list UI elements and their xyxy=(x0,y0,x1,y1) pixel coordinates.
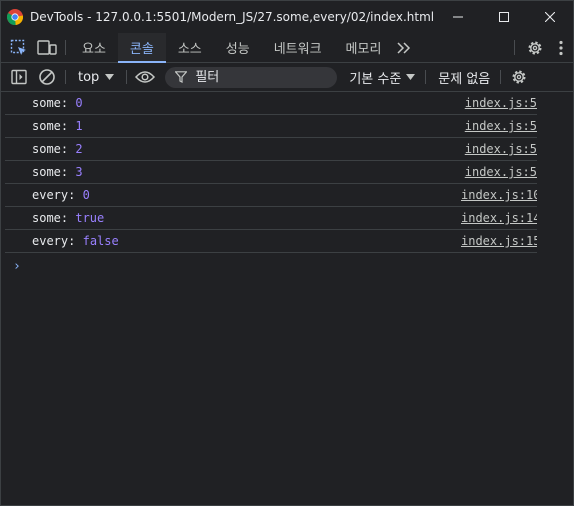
settings-button[interactable] xyxy=(521,39,549,57)
console-message: every: 0 index.js:10 xyxy=(5,184,537,207)
minimize-icon xyxy=(453,16,463,18)
message-value: 0 xyxy=(75,96,83,110)
message-label: every: xyxy=(32,188,76,202)
console-message: some: true index.js:14 xyxy=(5,207,537,230)
window-title: DevTools - 127.0.0.1:5501/Modern_JS/27.s… xyxy=(30,10,435,24)
device-toolbar-icon xyxy=(37,39,57,55)
message-label: some: xyxy=(32,119,69,133)
context-label: top xyxy=(78,69,100,85)
toolbar-divider xyxy=(126,70,128,84)
block-icon xyxy=(39,69,55,85)
more-tabs-button[interactable] xyxy=(393,33,415,62)
device-toolbar-button[interactable] xyxy=(33,33,61,62)
message-label: some: xyxy=(32,142,69,156)
source-link[interactable]: index.js:5 xyxy=(461,142,537,156)
toolbar-divider xyxy=(425,70,427,84)
toolbar-divider xyxy=(514,40,515,55)
tab-memory[interactable]: 메모리 xyxy=(334,33,394,62)
tab-performance[interactable]: 성능 xyxy=(214,33,262,62)
maximize-button[interactable] xyxy=(481,1,527,33)
devtools-window: DevTools - 127.0.0.1:5501/Modern_JS/27.s… xyxy=(0,0,574,506)
chrome-logo-icon xyxy=(7,9,23,25)
console-message: some: 0 index.js:5 xyxy=(5,92,537,115)
console-toolbar: top 기본 수준 문제 없음 xyxy=(1,63,573,92)
context-selector[interactable]: top xyxy=(70,70,122,85)
message-value: 1 xyxy=(75,119,83,133)
message-value: 3 xyxy=(75,165,83,179)
filter-icon xyxy=(175,71,188,83)
tab-console[interactable]: 콘솔 xyxy=(117,33,166,63)
console-prompt[interactable]: › xyxy=(1,255,573,277)
message-value: 0 xyxy=(82,188,90,202)
minimize-button[interactable] xyxy=(435,1,481,33)
gear-icon xyxy=(528,41,542,54)
toolbar-divider xyxy=(65,40,66,55)
sidebar-icon xyxy=(11,69,27,85)
filter-field[interactable] xyxy=(165,66,338,88)
log-levels-label: 기본 수준 xyxy=(349,71,402,87)
message-label: some: xyxy=(32,96,69,110)
tab-network[interactable]: 네트워크 xyxy=(262,33,334,62)
more-vert-icon xyxy=(559,40,563,55)
message-value: 2 xyxy=(75,142,83,156)
log-levels-dropdown[interactable]: 기본 수준 xyxy=(349,68,416,87)
console-message: some: 3 index.js:5 xyxy=(5,161,537,184)
source-link[interactable]: index.js:10 xyxy=(461,188,537,202)
double-chevron-right-icon xyxy=(397,41,411,54)
console-message: some: 1 index.js:5 xyxy=(5,115,537,138)
message-label: some: xyxy=(32,211,69,225)
source-link[interactable]: index.js:5 xyxy=(461,96,537,110)
caret-down-icon xyxy=(105,74,115,80)
close-icon xyxy=(545,12,555,22)
message-value: true xyxy=(75,211,105,225)
title-bar: DevTools - 127.0.0.1:5501/Modern_JS/27.s… xyxy=(1,1,573,33)
console-settings-button[interactable] xyxy=(505,63,533,91)
more-options-button[interactable] xyxy=(549,40,573,56)
issues-counter[interactable]: 문제 없음 xyxy=(438,68,490,87)
message-label: every: xyxy=(32,234,76,248)
gear-icon xyxy=(512,70,526,84)
inspect-element-button[interactable] xyxy=(5,33,33,62)
message-value: false xyxy=(82,234,119,248)
caret-down-icon xyxy=(406,74,416,80)
maximize-icon xyxy=(499,12,509,22)
console-output: some: 0 index.js:5 some: 1 index.js:5 so… xyxy=(1,92,573,277)
clear-console-button[interactable] xyxy=(33,63,61,91)
console-message: some: 2 index.js:5 xyxy=(5,138,537,161)
toolbar-divider xyxy=(65,70,66,84)
toolbar-divider xyxy=(500,70,502,84)
source-link[interactable]: index.js:15 xyxy=(461,234,537,248)
source-link[interactable]: index.js:14 xyxy=(461,211,537,225)
panel-tab-bar: 요소 콘솔 소스 성능 네트워크 메모리 xyxy=(1,33,573,63)
source-link[interactable]: index.js:5 xyxy=(461,165,537,179)
inspect-element-icon xyxy=(10,39,26,55)
tab-elements[interactable]: 요소 xyxy=(70,33,118,62)
live-expression-button[interactable] xyxy=(131,63,159,91)
eye-icon xyxy=(135,71,156,83)
tab-sources[interactable]: 소스 xyxy=(166,33,214,62)
message-label: some: xyxy=(32,165,69,179)
source-link[interactable]: index.js:5 xyxy=(461,119,537,133)
close-button[interactable] xyxy=(527,1,573,33)
filter-input[interactable] xyxy=(195,69,316,85)
console-message: every: false index.js:15 xyxy=(5,230,537,253)
prompt-chevron-icon: › xyxy=(13,258,21,274)
show-sidebar-button[interactable] xyxy=(5,63,33,91)
